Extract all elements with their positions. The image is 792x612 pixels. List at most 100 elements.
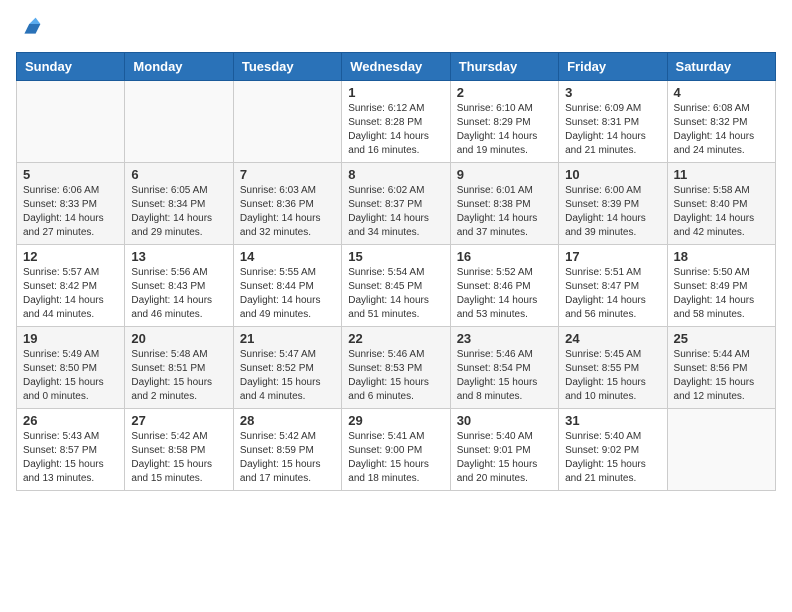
calendar-cell: 15 Sunrise: 5:54 AM Sunset: 8:45 PM Dayli…	[342, 245, 450, 327]
day-info: Sunrise: 5:54 AM Sunset: 8:45 PM Dayligh…	[348, 266, 443, 322]
calendar-week-row: 19 Sunrise: 5:49 AM Sunset: 8:50 PM Dayli…	[17, 327, 776, 409]
day-info: Sunrise: 5:42 AM Sunset: 8:58 PM Dayligh…	[131, 430, 226, 486]
day-number: 25	[674, 331, 769, 346]
day-number: 2	[457, 85, 552, 100]
calendar-cell: 28 Sunrise: 5:42 AM Sunset: 8:59 PM Dayli…	[233, 409, 341, 491]
calendar-cell	[667, 409, 775, 491]
calendar-cell: 3Sunrise: 6:09 AM Sunset: 8:31 PM Daylig…	[559, 81, 667, 163]
weekday-header-monday: Monday	[125, 53, 233, 81]
day-info: Sunrise: 6:03 AM Sunset: 8:36 PM Dayligh…	[240, 184, 335, 240]
day-number: 26	[23, 413, 118, 428]
day-number: 24	[565, 331, 660, 346]
day-info: Sunrise: 5:57 AM Sunset: 8:42 PM Dayligh…	[23, 266, 118, 322]
day-number: 18	[674, 249, 769, 264]
day-number: 27	[131, 413, 226, 428]
calendar-cell: 9 Sunrise: 6:01 AM Sunset: 8:38 PM Daylig…	[450, 163, 558, 245]
weekday-header-friday: Friday	[559, 53, 667, 81]
calendar-week-row: 12 Sunrise: 5:57 AM Sunset: 8:42 PM Dayli…	[17, 245, 776, 327]
day-number: 9	[457, 167, 552, 182]
calendar-cell: 23 Sunrise: 5:46 AM Sunset: 8:54 PM Dayli…	[450, 327, 558, 409]
day-info: Sunrise: 5:45 AM Sunset: 8:55 PM Dayligh…	[565, 348, 660, 404]
calendar-week-row: 1 Sunrise: 6:12 AM Sunset: 8:28 PM Daylig…	[17, 81, 776, 163]
calendar-cell: 5Sunrise: 6:06 AM Sunset: 8:33 PM Daylig…	[17, 163, 125, 245]
day-info: Sunrise: 6:02 AM Sunset: 8:37 PM Dayligh…	[348, 184, 443, 240]
day-info: Sunrise: 6:01 AM Sunset: 8:38 PM Dayligh…	[457, 184, 552, 240]
calendar-cell	[17, 81, 125, 163]
day-info: Sunrise: 5:56 AM Sunset: 8:43 PM Dayligh…	[131, 266, 226, 322]
day-number: 31	[565, 413, 660, 428]
day-number: 28	[240, 413, 335, 428]
day-number: 12	[23, 249, 118, 264]
day-info: Sunrise: 5:46 AM Sunset: 8:53 PM Dayligh…	[348, 348, 443, 404]
day-number: 8	[348, 167, 443, 182]
day-info: Sunrise: 5:50 AM Sunset: 8:49 PM Dayligh…	[674, 266, 769, 322]
calendar-cell	[233, 81, 341, 163]
day-info: Sunrise: 5:40 AM Sunset: 9:02 PM Dayligh…	[565, 430, 660, 486]
day-number: 7	[240, 167, 335, 182]
calendar-cell: 1 Sunrise: 6:12 AM Sunset: 8:28 PM Daylig…	[342, 81, 450, 163]
day-info: Sunrise: 6:09 AM Sunset: 8:31 PM Dayligh…	[565, 102, 660, 158]
day-number: 13	[131, 249, 226, 264]
calendar-cell: 13 Sunrise: 5:56 AM Sunset: 8:43 PM Dayli…	[125, 245, 233, 327]
day-number: 1	[348, 85, 443, 100]
calendar-cell: 20 Sunrise: 5:48 AM Sunset: 8:51 PM Dayli…	[125, 327, 233, 409]
day-info: Sunrise: 6:05 AM Sunset: 8:34 PM Dayligh…	[131, 184, 226, 240]
calendar-cell: 25 Sunrise: 5:44 AM Sunset: 8:56 PM Dayli…	[667, 327, 775, 409]
day-number: 14	[240, 249, 335, 264]
calendar-cell: 17 Sunrise: 5:51 AM Sunset: 8:47 PM Dayli…	[559, 245, 667, 327]
logo	[16, 16, 42, 40]
logo-icon	[18, 16, 42, 40]
weekday-header-sunday: Sunday	[17, 53, 125, 81]
day-number: 11	[674, 167, 769, 182]
calendar-cell: 27 Sunrise: 5:42 AM Sunset: 8:58 PM Dayli…	[125, 409, 233, 491]
calendar-cell: 10 Sunrise: 6:00 AM Sunset: 8:39 PM Dayli…	[559, 163, 667, 245]
day-info: Sunrise: 6:00 AM Sunset: 8:39 PM Dayligh…	[565, 184, 660, 240]
day-number: 20	[131, 331, 226, 346]
calendar-cell: 29Sunrise: 5:41 AM Sunset: 9:00 PM Dayli…	[342, 409, 450, 491]
calendar-table: SundayMondayTuesdayWednesdayThursdayFrid…	[16, 52, 776, 491]
day-info: Sunrise: 5:49 AM Sunset: 8:50 PM Dayligh…	[23, 348, 118, 404]
weekday-header-row: SundayMondayTuesdayWednesdayThursdayFrid…	[17, 53, 776, 81]
calendar-cell: 6 Sunrise: 6:05 AM Sunset: 8:34 PM Daylig…	[125, 163, 233, 245]
calendar-cell: 26 Sunrise: 5:43 AM Sunset: 8:57 PM Dayli…	[17, 409, 125, 491]
day-number: 30	[457, 413, 552, 428]
day-number: 6	[131, 167, 226, 182]
day-number: 22	[348, 331, 443, 346]
day-number: 29	[348, 413, 443, 428]
day-number: 4	[674, 85, 769, 100]
day-info: Sunrise: 5:58 AM Sunset: 8:40 PM Dayligh…	[674, 184, 769, 240]
calendar-cell: 16Sunrise: 5:52 AM Sunset: 8:46 PM Dayli…	[450, 245, 558, 327]
day-info: Sunrise: 5:44 AM Sunset: 8:56 PM Dayligh…	[674, 348, 769, 404]
calendar-cell: 21Sunrise: 5:47 AM Sunset: 8:52 PM Dayli…	[233, 327, 341, 409]
day-info: Sunrise: 5:51 AM Sunset: 8:47 PM Dayligh…	[565, 266, 660, 322]
calendar-cell: 24 Sunrise: 5:45 AM Sunset: 8:55 PM Dayli…	[559, 327, 667, 409]
weekday-header-tuesday: Tuesday	[233, 53, 341, 81]
calendar-cell: 30Sunrise: 5:40 AM Sunset: 9:01 PM Dayli…	[450, 409, 558, 491]
calendar-cell: 7 Sunrise: 6:03 AM Sunset: 8:36 PM Daylig…	[233, 163, 341, 245]
day-info: Sunrise: 5:48 AM Sunset: 8:51 PM Dayligh…	[131, 348, 226, 404]
calendar-cell: 12 Sunrise: 5:57 AM Sunset: 8:42 PM Dayli…	[17, 245, 125, 327]
calendar-cell: 4Sunrise: 6:08 AM Sunset: 8:32 PM Daylig…	[667, 81, 775, 163]
calendar-cell: 2 Sunrise: 6:10 AM Sunset: 8:29 PM Daylig…	[450, 81, 558, 163]
calendar-cell: 11 Sunrise: 5:58 AM Sunset: 8:40 PM Dayli…	[667, 163, 775, 245]
day-info: Sunrise: 5:42 AM Sunset: 8:59 PM Dayligh…	[240, 430, 335, 486]
day-info: Sunrise: 5:46 AM Sunset: 8:54 PM Dayligh…	[457, 348, 552, 404]
calendar-cell: 31 Sunrise: 5:40 AM Sunset: 9:02 PM Dayli…	[559, 409, 667, 491]
day-number: 10	[565, 167, 660, 182]
day-info: Sunrise: 6:06 AM Sunset: 8:33 PM Dayligh…	[23, 184, 118, 240]
calendar-cell: 14Sunrise: 5:55 AM Sunset: 8:44 PM Dayli…	[233, 245, 341, 327]
day-info: Sunrise: 6:10 AM Sunset: 8:29 PM Dayligh…	[457, 102, 552, 158]
day-number: 17	[565, 249, 660, 264]
day-number: 15	[348, 249, 443, 264]
calendar-cell	[125, 81, 233, 163]
day-info: Sunrise: 5:43 AM Sunset: 8:57 PM Dayligh…	[23, 430, 118, 486]
calendar-cell: 22 Sunrise: 5:46 AM Sunset: 8:53 PM Dayli…	[342, 327, 450, 409]
page-header	[16, 16, 776, 40]
calendar-cell: 18 Sunrise: 5:50 AM Sunset: 8:49 PM Dayli…	[667, 245, 775, 327]
day-number: 19	[23, 331, 118, 346]
day-info: Sunrise: 5:47 AM Sunset: 8:52 PM Dayligh…	[240, 348, 335, 404]
calendar-cell: 19 Sunrise: 5:49 AM Sunset: 8:50 PM Dayli…	[17, 327, 125, 409]
day-info: Sunrise: 6:12 AM Sunset: 8:28 PM Dayligh…	[348, 102, 443, 158]
day-number: 16	[457, 249, 552, 264]
day-number: 23	[457, 331, 552, 346]
